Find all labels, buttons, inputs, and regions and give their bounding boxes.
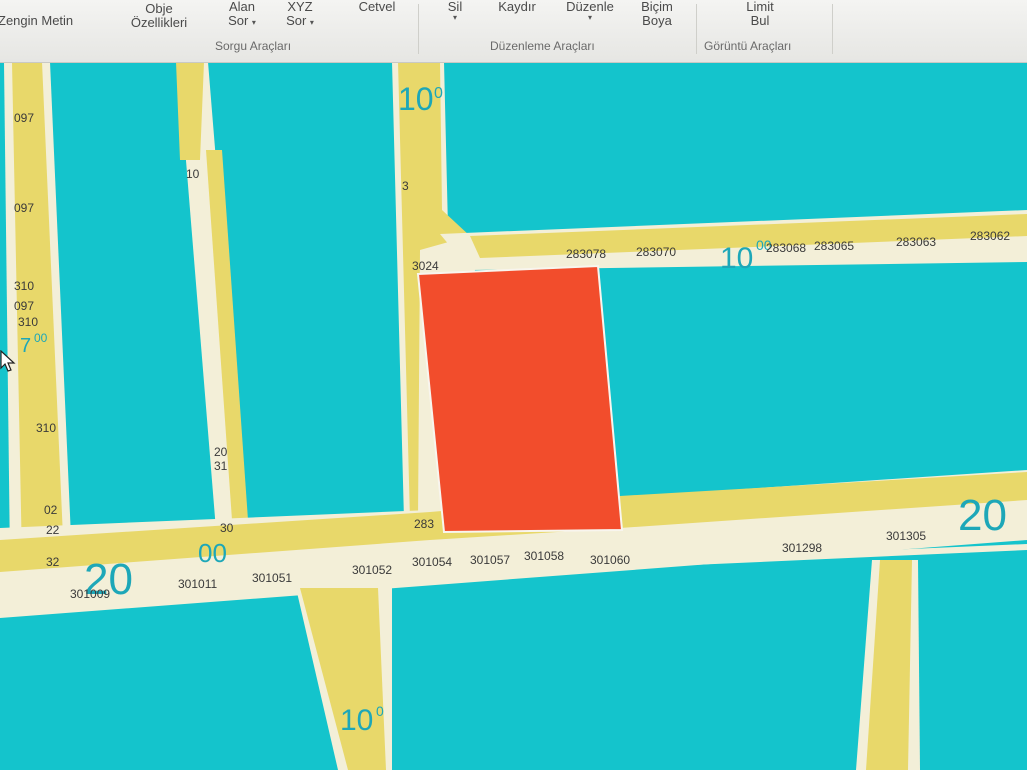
object-properties-label-2: Özellikleri — [130, 15, 188, 30]
parcel-number: 301052 — [352, 563, 392, 577]
limit-find-button[interactable]: Limit Bul — [738, 0, 782, 28]
parcel-number: 097 — [14, 299, 34, 313]
parcel-number: 283063 — [896, 235, 936, 249]
parcel-number: 310 — [36, 421, 56, 435]
road-width-sup-10-top: 0 — [434, 85, 443, 102]
parcel-number: 20 — [214, 445, 228, 459]
road-bottom-left[interactable] — [300, 588, 386, 770]
parcel-number: 097 — [14, 201, 34, 215]
parcel-number: 301305 — [886, 529, 926, 543]
parcel-number: 097 — [14, 111, 34, 125]
query-tools-group-label: Sorgu Araçları — [215, 39, 292, 53]
xyz-query-label-1: XYZ — [287, 0, 313, 14]
parcel-number: 301058 — [524, 549, 564, 563]
area-query-label-1: Alan — [228, 0, 256, 14]
limit-find-label-2: Bul — [750, 13, 770, 28]
parcel-number: 301054 — [412, 555, 452, 569]
parcel-number: 301009 — [70, 587, 110, 601]
parcel-number: 301298 — [782, 541, 822, 555]
parcel-number: 3024 — [412, 259, 439, 273]
road-width-label-7-left: 7 — [20, 335, 31, 357]
limit-find-label-1: Limit — [746, 0, 774, 14]
parcel-number: 301060 — [590, 553, 630, 567]
parcel-number: 283068 — [766, 241, 806, 255]
ruler-button[interactable]: Cetvel — [352, 0, 402, 14]
map-canvas[interactable]: 20 00 20 10 0 10 00 10 0 7 00 283078 283… — [0, 62, 1027, 770]
parcel-number: 31 — [214, 459, 228, 473]
view-tools-group-label: Görüntü Araçları — [704, 39, 792, 53]
road-width-sup-7-left: 00 — [34, 331, 48, 345]
xyz-query-label-2: Sor — [286, 13, 307, 28]
group-separator — [696, 4, 697, 54]
parcel-number: 283 — [414, 517, 434, 531]
ribbon-toolbar: Zengin Metin Obje Özellikleri Alan Sor ▾… — [0, 0, 1027, 63]
parcel-number: 283065 — [814, 239, 854, 253]
road-width-label-10-bottom: 10 — [340, 704, 373, 737]
move-button[interactable]: Kaydır — [492, 0, 542, 14]
group-separator — [418, 4, 419, 54]
road-width-label-10-top: 10 — [398, 81, 434, 117]
delete-button[interactable]: Sil ▾ — [440, 0, 470, 22]
parcel-number: 22 — [46, 523, 60, 537]
parcel-number: 283062 — [970, 229, 1010, 243]
chevron-down-icon: ▾ — [452, 13, 457, 22]
selected-parcel[interactable] — [416, 264, 624, 534]
rich-text-button[interactable]: Zengin Metin — [0, 14, 73, 28]
object-properties-label-1: Obje — [145, 1, 173, 16]
format-paint-label-1: Biçim — [641, 0, 673, 14]
format-paint-label-2: Boya — [642, 13, 672, 28]
road-width-label-20-right: 20 — [958, 491, 1007, 540]
area-query-button[interactable]: Alan Sor ▾ — [222, 0, 262, 28]
parcel-number: 10 — [186, 167, 200, 181]
road-left-diagonal[interactable] — [176, 62, 204, 160]
parcel-number: 310 — [14, 279, 34, 293]
move-label: Kaydır — [498, 0, 536, 14]
parcel-number: 301057 — [470, 553, 510, 567]
road-width-sup-10-bottom: 0 — [376, 703, 384, 719]
delete-label: Sil — [447, 0, 463, 14]
parcel-number: 32 — [46, 555, 60, 569]
parcel-number: 02 — [44, 503, 58, 517]
mouse-cursor-icon — [0, 350, 16, 372]
parcel-number: 283078 — [566, 247, 606, 261]
edit-label: Düzenle — [566, 0, 614, 14]
parcel-number: 301011 — [178, 577, 217, 591]
chevron-down-icon: ▾ — [251, 18, 256, 27]
chevron-down-icon: ▾ — [309, 18, 314, 27]
format-paint-button[interactable]: Biçim Boya — [632, 0, 682, 28]
area-query-label-2: Sor — [228, 13, 249, 28]
rich-text-label: Zengin Metin — [0, 13, 74, 28]
edit-tools-group-label: Düzenleme Araçları — [490, 39, 595, 53]
group-separator — [832, 4, 833, 54]
chevron-down-icon: ▾ — [587, 13, 592, 22]
parcel-number: 301051 — [252, 571, 292, 585]
map-drawing: 20 00 20 10 0 10 00 10 0 7 00 283078 283… — [0, 62, 1027, 770]
parcel-number: 283070 — [636, 245, 676, 259]
road-width-label-10-right: 10 — [720, 242, 753, 275]
parcel-number: 310 — [18, 315, 38, 329]
ruler-label: Cetvel — [358, 0, 396, 14]
object-properties-button[interactable]: Obje Özellikleri — [128, 2, 190, 30]
parcel-number: 30 — [220, 521, 234, 535]
road-width-sup-20-left: 00 — [198, 538, 227, 568]
edit-button[interactable]: Düzenle ▾ — [560, 0, 620, 22]
xyz-query-button[interactable]: XYZ Sor ▾ — [280, 0, 320, 28]
parcel-number: 3 — [402, 179, 409, 193]
